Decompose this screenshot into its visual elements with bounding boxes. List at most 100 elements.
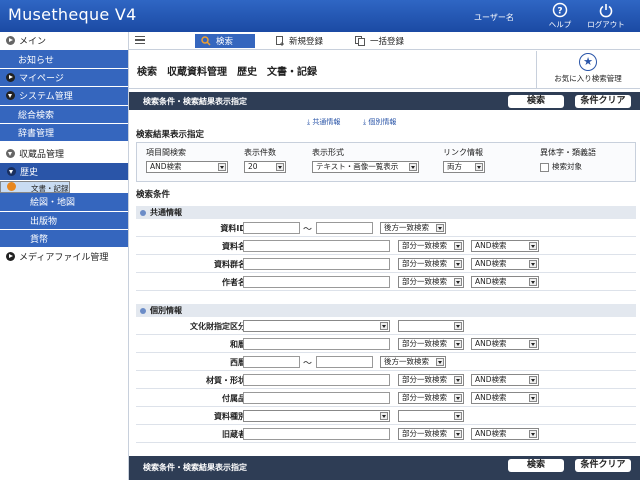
operator-select[interactable]: AND検索: [471, 338, 539, 350]
dropdown-arrow-icon: [218, 163, 226, 171]
match-select[interactable]: 後方一致検索: [380, 222, 446, 234]
item-name-input[interactable]: [243, 240, 390, 252]
search-button-bottom[interactable]: 検索: [508, 459, 564, 472]
count-select[interactable]: 20: [244, 161, 286, 173]
sidebar-item-history[interactable]: 歴史: [0, 162, 128, 182]
sidebar-item-label: 歴史: [20, 167, 39, 178]
logout-button[interactable]: ログアウト: [584, 2, 628, 30]
sidebar-item-label: 絵図・地図: [30, 198, 76, 209]
col-header: 項目間検索: [146, 148, 186, 157]
match-select[interactable]: 後方一致検索: [380, 356, 446, 368]
row-item-type: 資料種別: [136, 407, 636, 425]
col-header: リンク情報: [443, 148, 483, 157]
dropdown-arrow-icon: [454, 340, 462, 348]
sidebar-item-label: 総合検索: [18, 110, 55, 121]
operator-select[interactable]: AND検索: [471, 276, 539, 288]
western-year-to-input[interactable]: [316, 356, 373, 368]
sidebar-item-news[interactable]: お知らせ: [0, 50, 128, 69]
sidebar-item-maps[interactable]: 絵図・地図: [0, 193, 128, 212]
variant-checkbox[interactable]: [540, 162, 549, 172]
link-label: 共通情報: [312, 118, 341, 126]
menu-icon[interactable]: [135, 36, 145, 44]
sidebar-item-dictionary[interactable]: 辞書管理: [0, 123, 128, 143]
match-select[interactable]: 部分一致検索: [398, 428, 464, 440]
sidebar-item-label: 貨幣: [30, 235, 49, 246]
select-value: 部分一致検索: [402, 241, 447, 250]
author-name-input[interactable]: [243, 276, 390, 288]
field-label: 資料種別: [214, 412, 246, 421]
operator-select[interactable]: AND検索: [471, 240, 539, 252]
help-button[interactable]: ? ヘルプ: [538, 2, 582, 30]
row-western-year: 西暦 ～ 後方一致検索: [136, 353, 636, 371]
row-item-id: 資料ID ～ 後方一致検索: [136, 219, 636, 237]
dropdown-arrow-icon: [454, 376, 462, 384]
sidebar-item-publications[interactable]: 出版物: [0, 211, 128, 230]
match-select[interactable]: 部分一致検索: [398, 240, 464, 252]
western-year-from-input[interactable]: [243, 356, 300, 368]
link-common[interactable]: ⤓ 共通情報: [307, 117, 340, 127]
clear-button[interactable]: 条件クリア: [575, 95, 631, 108]
operator-select[interactable]: AND検索: [471, 374, 539, 386]
operator-select[interactable]: AND検索: [471, 258, 539, 270]
select-value: 部分一致検索: [402, 429, 447, 438]
sidebar-item-documents[interactable]: 文書・記録: [0, 181, 70, 194]
action-bar-title: 検索条件・検索結果表示指定: [143, 463, 247, 472]
sidebar-item-main[interactable]: メイン: [0, 32, 128, 51]
link-label: 個別情報: [368, 118, 397, 126]
operator-select[interactable]: AND検索: [471, 392, 539, 404]
item-id-from-input[interactable]: [243, 222, 300, 234]
match-select[interactable]: 部分一致検索: [398, 374, 464, 386]
select-value: テキスト・画像一覧表示: [316, 162, 399, 171]
japanese-era-input[interactable]: [243, 338, 390, 350]
clear-button-bottom[interactable]: 条件クリア: [575, 459, 631, 472]
chevron-right-icon: [6, 252, 15, 262]
range-separator: ～: [303, 359, 313, 369]
sidebar-item-label: メディアファイル管理: [19, 253, 109, 264]
match-select[interactable]: 部分一致検索: [398, 276, 464, 288]
material-input[interactable]: [243, 374, 390, 386]
tab-search[interactable]: 検索: [195, 34, 255, 48]
cultural-property-sub-select[interactable]: [398, 320, 464, 332]
sidebar-item-media[interactable]: メディアファイル管理: [0, 248, 128, 267]
item-id-to-input[interactable]: [316, 222, 373, 234]
format-select[interactable]: テキスト・画像一覧表示: [312, 161, 419, 173]
sidebar-item-collection[interactable]: 収蔵品管理: [0, 144, 128, 163]
dropdown-arrow-icon: [454, 430, 462, 438]
sidebar-item-system[interactable]: システム管理: [0, 87, 128, 106]
link-individual[interactable]: ⤓ 個別情報: [363, 117, 396, 127]
group-name-input[interactable]: [243, 258, 390, 270]
tab-label: 一括登録: [370, 37, 405, 47]
former-owner-input[interactable]: [243, 428, 390, 440]
checkbox-label: 検索対象: [552, 162, 582, 171]
match-select[interactable]: 部分一致検索: [398, 258, 464, 270]
cultural-property-select[interactable]: [243, 320, 390, 332]
row-item-name: 資料名 部分一致検索 AND検索: [136, 237, 636, 255]
item-type-select[interactable]: [243, 410, 390, 422]
select-value: 部分一致検索: [402, 277, 447, 286]
tab-new[interactable]: 新規登録: [276, 34, 323, 48]
item-type-sub-select[interactable]: [398, 410, 464, 422]
sidebar-item-coins[interactable]: 貨幣: [0, 229, 128, 249]
search-button[interactable]: 検索: [508, 95, 564, 108]
dropdown-arrow-icon: [454, 394, 462, 402]
operator-select[interactable]: AND検索: [146, 161, 228, 173]
operator-select[interactable]: AND検索: [471, 428, 539, 440]
match-select[interactable]: 部分一致検索: [398, 392, 464, 404]
dropdown-arrow-icon: [454, 260, 462, 268]
favorite-search-button[interactable]: ★ お気に入り検索管理: [538, 53, 638, 84]
tab-bulk[interactable]: 一括登録: [355, 34, 404, 48]
sidebar-item-mypage[interactable]: マイページ: [0, 68, 128, 88]
sidebar-item-general-search[interactable]: 総合検索: [0, 105, 128, 124]
download-icon: ⤓: [363, 118, 367, 126]
link-select[interactable]: 両方: [443, 161, 485, 173]
match-select[interactable]: 部分一致検索: [398, 338, 464, 350]
select-value: AND検索: [150, 162, 182, 171]
range-separator: ～: [303, 225, 313, 235]
dropdown-arrow-icon: [529, 394, 537, 402]
row-accessory: 付属品 部分一致検索 AND検索: [136, 389, 636, 407]
chevron-right-icon: [6, 36, 15, 46]
sidebar-item-label: 辞書管理: [18, 129, 55, 140]
user-name[interactable]: ユーザー名: [474, 12, 514, 23]
chevron-down-icon: [7, 166, 16, 176]
accessory-input[interactable]: [243, 392, 390, 404]
